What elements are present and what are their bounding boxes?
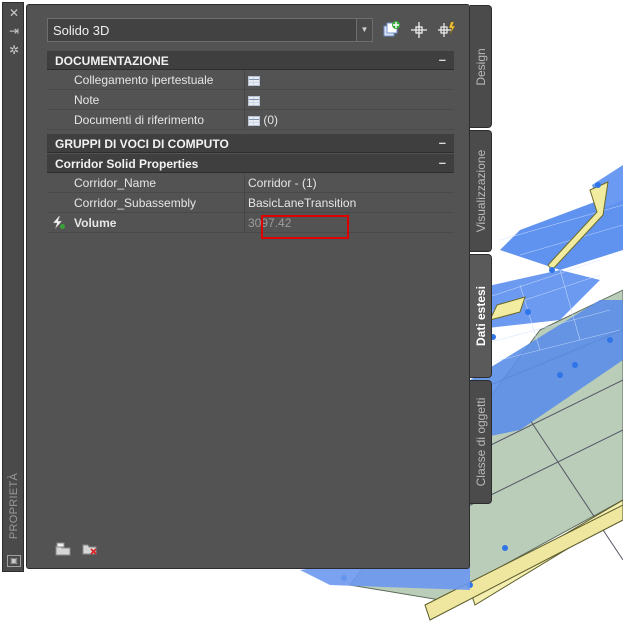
delete-folder-icon[interactable] [82,542,98,556]
category-title: DOCUMENTAZIONE [55,54,169,68]
property-name: Corridor_Name [74,176,157,190]
properties-palette: Solido 3D ▼ DOCUMENTAZIONE – Collegament… [26,4,470,569]
category-gruppi-voci[interactable]: GRUPPI DI VOCI DI COMPUTO – [47,134,454,153]
property-row-corridor-subassembly[interactable]: Corridor_Subassembly BasicLaneTransition [47,193,454,213]
toggle-pickadd-icon[interactable] [381,20,401,40]
palette-title: PROPRIETÀ [8,472,20,540]
properties-menu-icon[interactable]: ✲ [6,43,22,57]
object-type-dropdown[interactable]: Solido 3D ▼ [47,18,373,42]
property-name: Documenti di riferimento [74,113,205,127]
property-value[interactable]: Corridor - (1) [248,176,317,190]
close-icon[interactable]: ✕ [6,6,22,20]
property-name: Note [74,93,100,107]
tab-design[interactable]: Design [470,5,492,128]
property-name: Volume [74,216,117,230]
lightning-icon [52,215,65,230]
property-row-collegamento[interactable]: Collegamento ipertestuale [47,70,454,90]
property-row-corridor-name[interactable]: Corridor_Name Corridor - (1) [47,173,454,193]
property-name: Collegamento ipertestuale [74,73,214,87]
table-icon [248,96,260,106]
category-title: GRUPPI DI VOCI DI COMPUTO [55,137,229,151]
quick-select-icon[interactable] [437,20,457,40]
autohide-icon[interactable]: ⇥ [6,24,22,38]
category-title: Corridor Solid Properties [55,157,199,171]
property-row-documenti[interactable]: Documenti di riferimento (0) [47,110,454,130]
property-value[interactable]: BasicLaneTransition [248,196,356,210]
category-corridor-solid[interactable]: Corridor Solid Properties – [47,154,454,173]
property-value[interactable] [248,93,260,107]
palette-title-strip: ✕ ⇥ ✲ PROPRIETÀ ▣ [2,2,24,572]
property-value[interactable] [248,73,260,87]
tab-visualizzazione[interactable]: Visualizzazione [470,130,492,252]
property-name: Corridor_Subassembly [74,196,197,210]
collapse-toggle[interactable]: – [439,155,446,170]
new-folder-icon[interactable] [55,542,71,556]
select-objects-icon[interactable] [409,20,429,40]
table-icon [248,116,260,126]
palette-icon[interactable]: ▣ [7,555,21,567]
table-icon [248,76,260,86]
collapse-toggle[interactable]: – [439,135,446,150]
property-value-readonly[interactable]: 3097.42 [248,216,291,230]
property-grid: DOCUMENTAZIONE – Collegamento ipertestua… [47,50,454,233]
chevron-down-icon: ▼ [356,19,372,41]
property-row-note[interactable]: Note [47,90,454,110]
collapse-toggle[interactable]: – [439,52,446,67]
palette-toolbar: Solido 3D ▼ [47,18,473,42]
object-type-value: Solido 3D [53,23,110,38]
tab-dati-estesi[interactable]: Dati estesi [470,254,492,378]
property-row-volume[interactable]: Volume 3097.42 [47,213,454,233]
tab-classe-oggetti[interactable]: Classe di oggetti [470,380,492,504]
property-value[interactable]: (0) [248,113,278,127]
category-documentazione[interactable]: DOCUMENTAZIONE – [47,51,454,70]
